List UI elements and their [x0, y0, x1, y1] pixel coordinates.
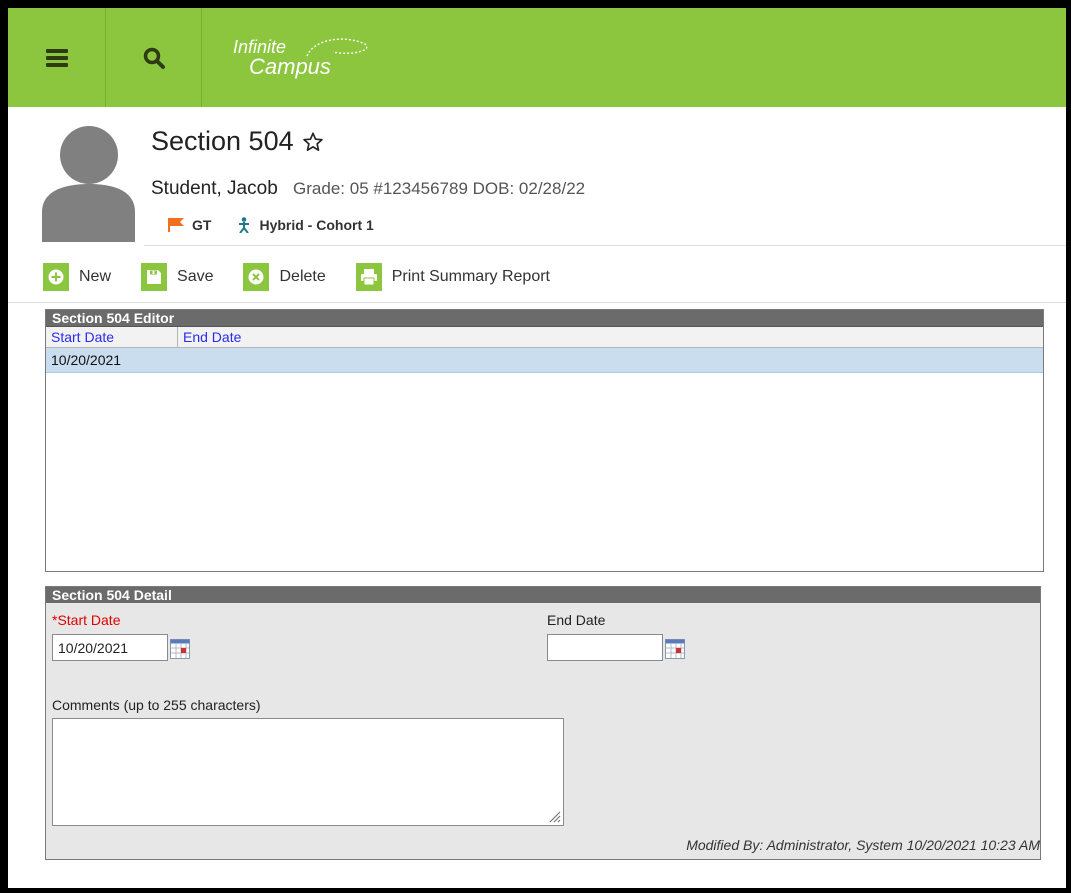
save-button[interactable]: Save — [141, 263, 213, 291]
star-outline-icon[interactable] — [302, 131, 324, 153]
delete-icon-box — [243, 263, 270, 291]
student-tags: GT Hybrid - Cohort 1 — [168, 217, 400, 233]
end-date-label: End Date — [547, 612, 606, 628]
print-summary-report-button[interactable]: Print Summary Report — [355, 263, 550, 291]
end-date-field[interactable] — [547, 634, 663, 661]
x-circle-icon — [248, 269, 264, 285]
top-navigation-bar: Infinite Campus — [8, 8, 1066, 107]
save-label: Save — [177, 268, 214, 285]
start-date-field[interactable]: 10/20/2021 — [52, 634, 168, 661]
section-504-editor: Section 504 Editor Start Date End Date 1… — [45, 309, 1044, 572]
printer-icon — [360, 269, 377, 286]
editor-title: Section 504 Editor — [46, 310, 1043, 327]
hamburger-menu-icon — [45, 48, 68, 67]
toolbar-divider — [8, 302, 1066, 303]
section-504-detail: Section 504 Detail *Start Date 10/20/202… — [45, 586, 1041, 860]
person-icon — [239, 217, 250, 233]
save-icon-box — [141, 263, 168, 291]
column-header-end-date[interactable]: End Date — [178, 327, 241, 347]
new-icon-box — [43, 263, 69, 291]
logo-swoosh-icon — [306, 38, 368, 57]
calendar-icon[interactable] — [665, 639, 685, 659]
delete-button[interactable]: Delete — [243, 263, 326, 291]
window-frame-left — [0, 0, 8, 893]
tag-gt: GT — [168, 217, 211, 233]
column-header-start-date[interactable]: Start Date — [46, 327, 178, 347]
calendar-icon[interactable] — [170, 639, 190, 659]
row-start-date: 10/20/2021 — [51, 352, 122, 368]
delete-label: Delete — [279, 268, 326, 285]
search-button[interactable] — [106, 8, 202, 107]
window-frame-right — [1066, 0, 1071, 893]
tag-hybrid-cohort: Hybrid - Cohort 1 — [237, 217, 374, 233]
search-icon — [143, 47, 165, 69]
comments-textarea[interactable] — [52, 718, 564, 826]
editor-column-headers: Start Date End Date — [46, 327, 1043, 348]
table-row[interactable]: 10/20/2021 — [46, 348, 1043, 373]
tag-gt-label: GT — [192, 217, 212, 233]
new-label: New — [79, 268, 112, 285]
header-divider — [144, 245, 1066, 246]
window-frame-bottom — [0, 888, 1071, 893]
page-title: Section 504 — [151, 126, 324, 157]
print-label: Print Summary Report — [391, 268, 550, 285]
resize-grip-icon[interactable] — [547, 809, 561, 823]
menu-button[interactable] — [8, 8, 106, 107]
plus-circle-icon — [48, 269, 64, 285]
student-meta: Grade: 05 #123456789 DOB: 02/28/22 — [293, 179, 586, 198]
student-info: Student, Jacob Grade: 05 #123456789 DOB:… — [151, 178, 585, 200]
comments-label: Comments (up to 255 characters) — [52, 697, 261, 713]
action-toolbar: New Save Delete Print Summary Report — [43, 258, 580, 296]
detail-title: Section 504 Detail — [46, 587, 1040, 603]
modified-by-text: Modified By: Administrator, System 10/20… — [686, 837, 1040, 853]
infinite-campus-logo[interactable]: Infinite Campus — [233, 38, 368, 78]
save-disk-icon — [147, 270, 162, 284]
flag-icon — [168, 218, 184, 232]
print-icon-box — [355, 263, 382, 291]
student-name: Student, Jacob — [151, 178, 278, 199]
new-button[interactable]: New — [43, 263, 111, 291]
student-avatar — [42, 126, 135, 242]
start-date-label: *Start Date — [52, 612, 121, 628]
page-title-text: Section 504 — [151, 126, 294, 156]
tag-hybrid-label: Hybrid - Cohort 1 — [259, 217, 374, 233]
window-frame-top — [0, 0, 1071, 8]
